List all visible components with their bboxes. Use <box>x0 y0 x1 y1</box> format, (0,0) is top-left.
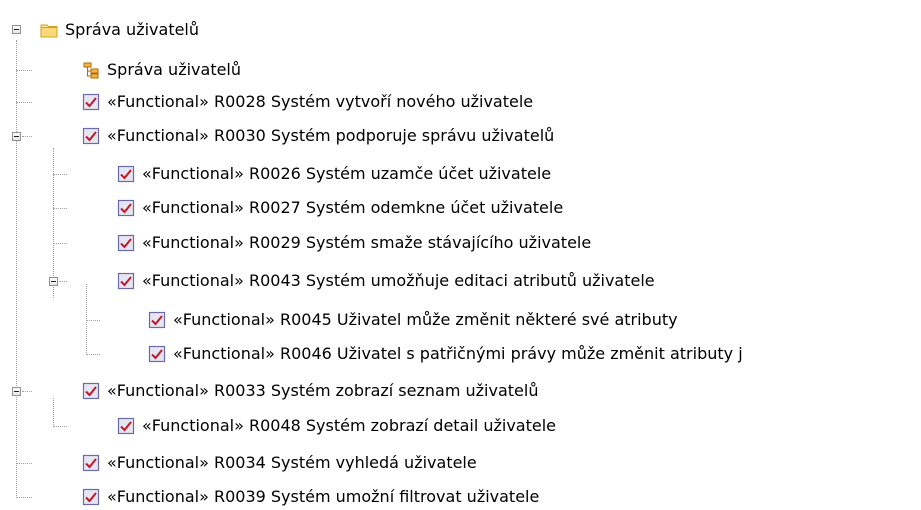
tree-node-label: «Functional» R0030 Systém podporuje sprá… <box>107 126 555 145</box>
tree-node-label: Správa uživatelů <box>65 20 200 39</box>
tree-node-label: «Functional» R0027 Systém odemkne účet u… <box>142 198 564 217</box>
collapse-toggle-r0043[interactable] <box>49 277 58 286</box>
collapse-toggle-r0030[interactable] <box>12 132 21 141</box>
requirement-icon <box>148 345 166 363</box>
tree-connector <box>22 391 32 392</box>
requirement-icon <box>148 311 166 329</box>
requirement-icon <box>82 454 100 472</box>
tree-node-r0048[interactable]: «Functional» R0048 Systém zobrazí detail… <box>117 413 556 439</box>
tree-connector <box>53 243 67 244</box>
project-browser-tree: Správa uživatelů Správa uživatelů «Funct… <box>0 0 921 510</box>
requirement-icon <box>117 272 135 290</box>
tree-node-label: «Functional» R0043 Systém umožňuje edita… <box>142 271 655 290</box>
tree-node-r0027[interactable]: «Functional» R0027 Systém odemkne účet u… <box>117 195 563 221</box>
tree-connector <box>16 463 32 464</box>
tree-connector <box>53 208 67 209</box>
tree-node-r0029[interactable]: «Functional» R0029 Systém smaže stávajíc… <box>117 230 591 256</box>
tree-node-r0026[interactable]: «Functional» R0026 Systém uzamče účet už… <box>117 161 551 187</box>
tree-connector <box>16 70 32 71</box>
tree-node-label: «Functional» R0048 Systém zobrazí detail… <box>142 416 557 435</box>
tree-connector <box>53 398 54 427</box>
tree-node-label: «Functional» R0026 Systém uzamče účet už… <box>142 164 552 183</box>
tree-node-r0046[interactable]: «Functional» R0046 Uživatel s patřičnými… <box>148 341 743 367</box>
tree-connector <box>16 102 32 103</box>
tree-node-label: «Functional» R0045 Uživatel může změnit … <box>173 310 678 329</box>
tree-node-label: «Functional» R0034 Systém vyhledá uživat… <box>107 453 477 472</box>
package-folder-icon <box>40 21 58 39</box>
tree-connector <box>16 40 17 498</box>
tree-node-label: «Functional» R0033 Systém zobrazí seznam… <box>107 381 539 400</box>
requirement-icon <box>117 165 135 183</box>
tree-node-r0043[interactable]: «Functional» R0043 Systém umožňuje edita… <box>117 268 655 294</box>
requirement-icon <box>117 234 135 252</box>
tree-node-label: «Functional» R0028 Systém vytvoří nového… <box>107 92 534 111</box>
tree-node-r0030[interactable]: «Functional» R0030 Systém podporuje sprá… <box>82 123 554 149</box>
requirement-icon <box>82 488 100 506</box>
tree-connector <box>53 426 67 427</box>
tree-node-label: «Functional» R0046 Uživatel s patřičnými… <box>173 344 743 363</box>
tree-connector <box>86 354 100 355</box>
tree-node-r0045[interactable]: «Functional» R0045 Uživatel může změnit … <box>148 307 678 333</box>
tree-node-r0039[interactable]: «Functional» R0039 Systém umožní filtrov… <box>82 484 539 510</box>
collapse-toggle-root[interactable] <box>12 25 21 34</box>
tree-connector <box>53 174 67 175</box>
requirement-icon <box>82 93 100 111</box>
tree-connector <box>16 497 32 498</box>
tree-connector <box>59 281 67 282</box>
requirement-icon <box>82 127 100 145</box>
tree-connector <box>86 320 100 321</box>
tree-node-label: «Functional» R0029 Systém smaže stávajíc… <box>142 233 592 252</box>
tree-node-label: Správa uživatelů <box>107 60 242 79</box>
tree-node-diagram[interactable]: Správa uživatelů <box>82 57 241 83</box>
requirement-icon <box>82 382 100 400</box>
collapse-toggle-r0033[interactable] <box>12 387 21 396</box>
diagram-icon <box>82 61 100 79</box>
tree-connector <box>53 148 54 298</box>
tree-node-label: «Functional» R0039 Systém umožní filtrov… <box>107 487 540 506</box>
tree-node-r0033[interactable]: «Functional» R0033 Systém zobrazí seznam… <box>82 378 538 404</box>
requirement-icon <box>117 417 135 435</box>
tree-node-root[interactable]: Správa uživatelů <box>40 17 199 43</box>
tree-connector <box>22 136 32 137</box>
requirement-icon <box>117 199 135 217</box>
tree-node-r0028[interactable]: «Functional» R0028 Systém vytvoří nového… <box>82 89 533 115</box>
tree-node-r0034[interactable]: «Functional» R0034 Systém vyhledá uživat… <box>82 450 477 476</box>
